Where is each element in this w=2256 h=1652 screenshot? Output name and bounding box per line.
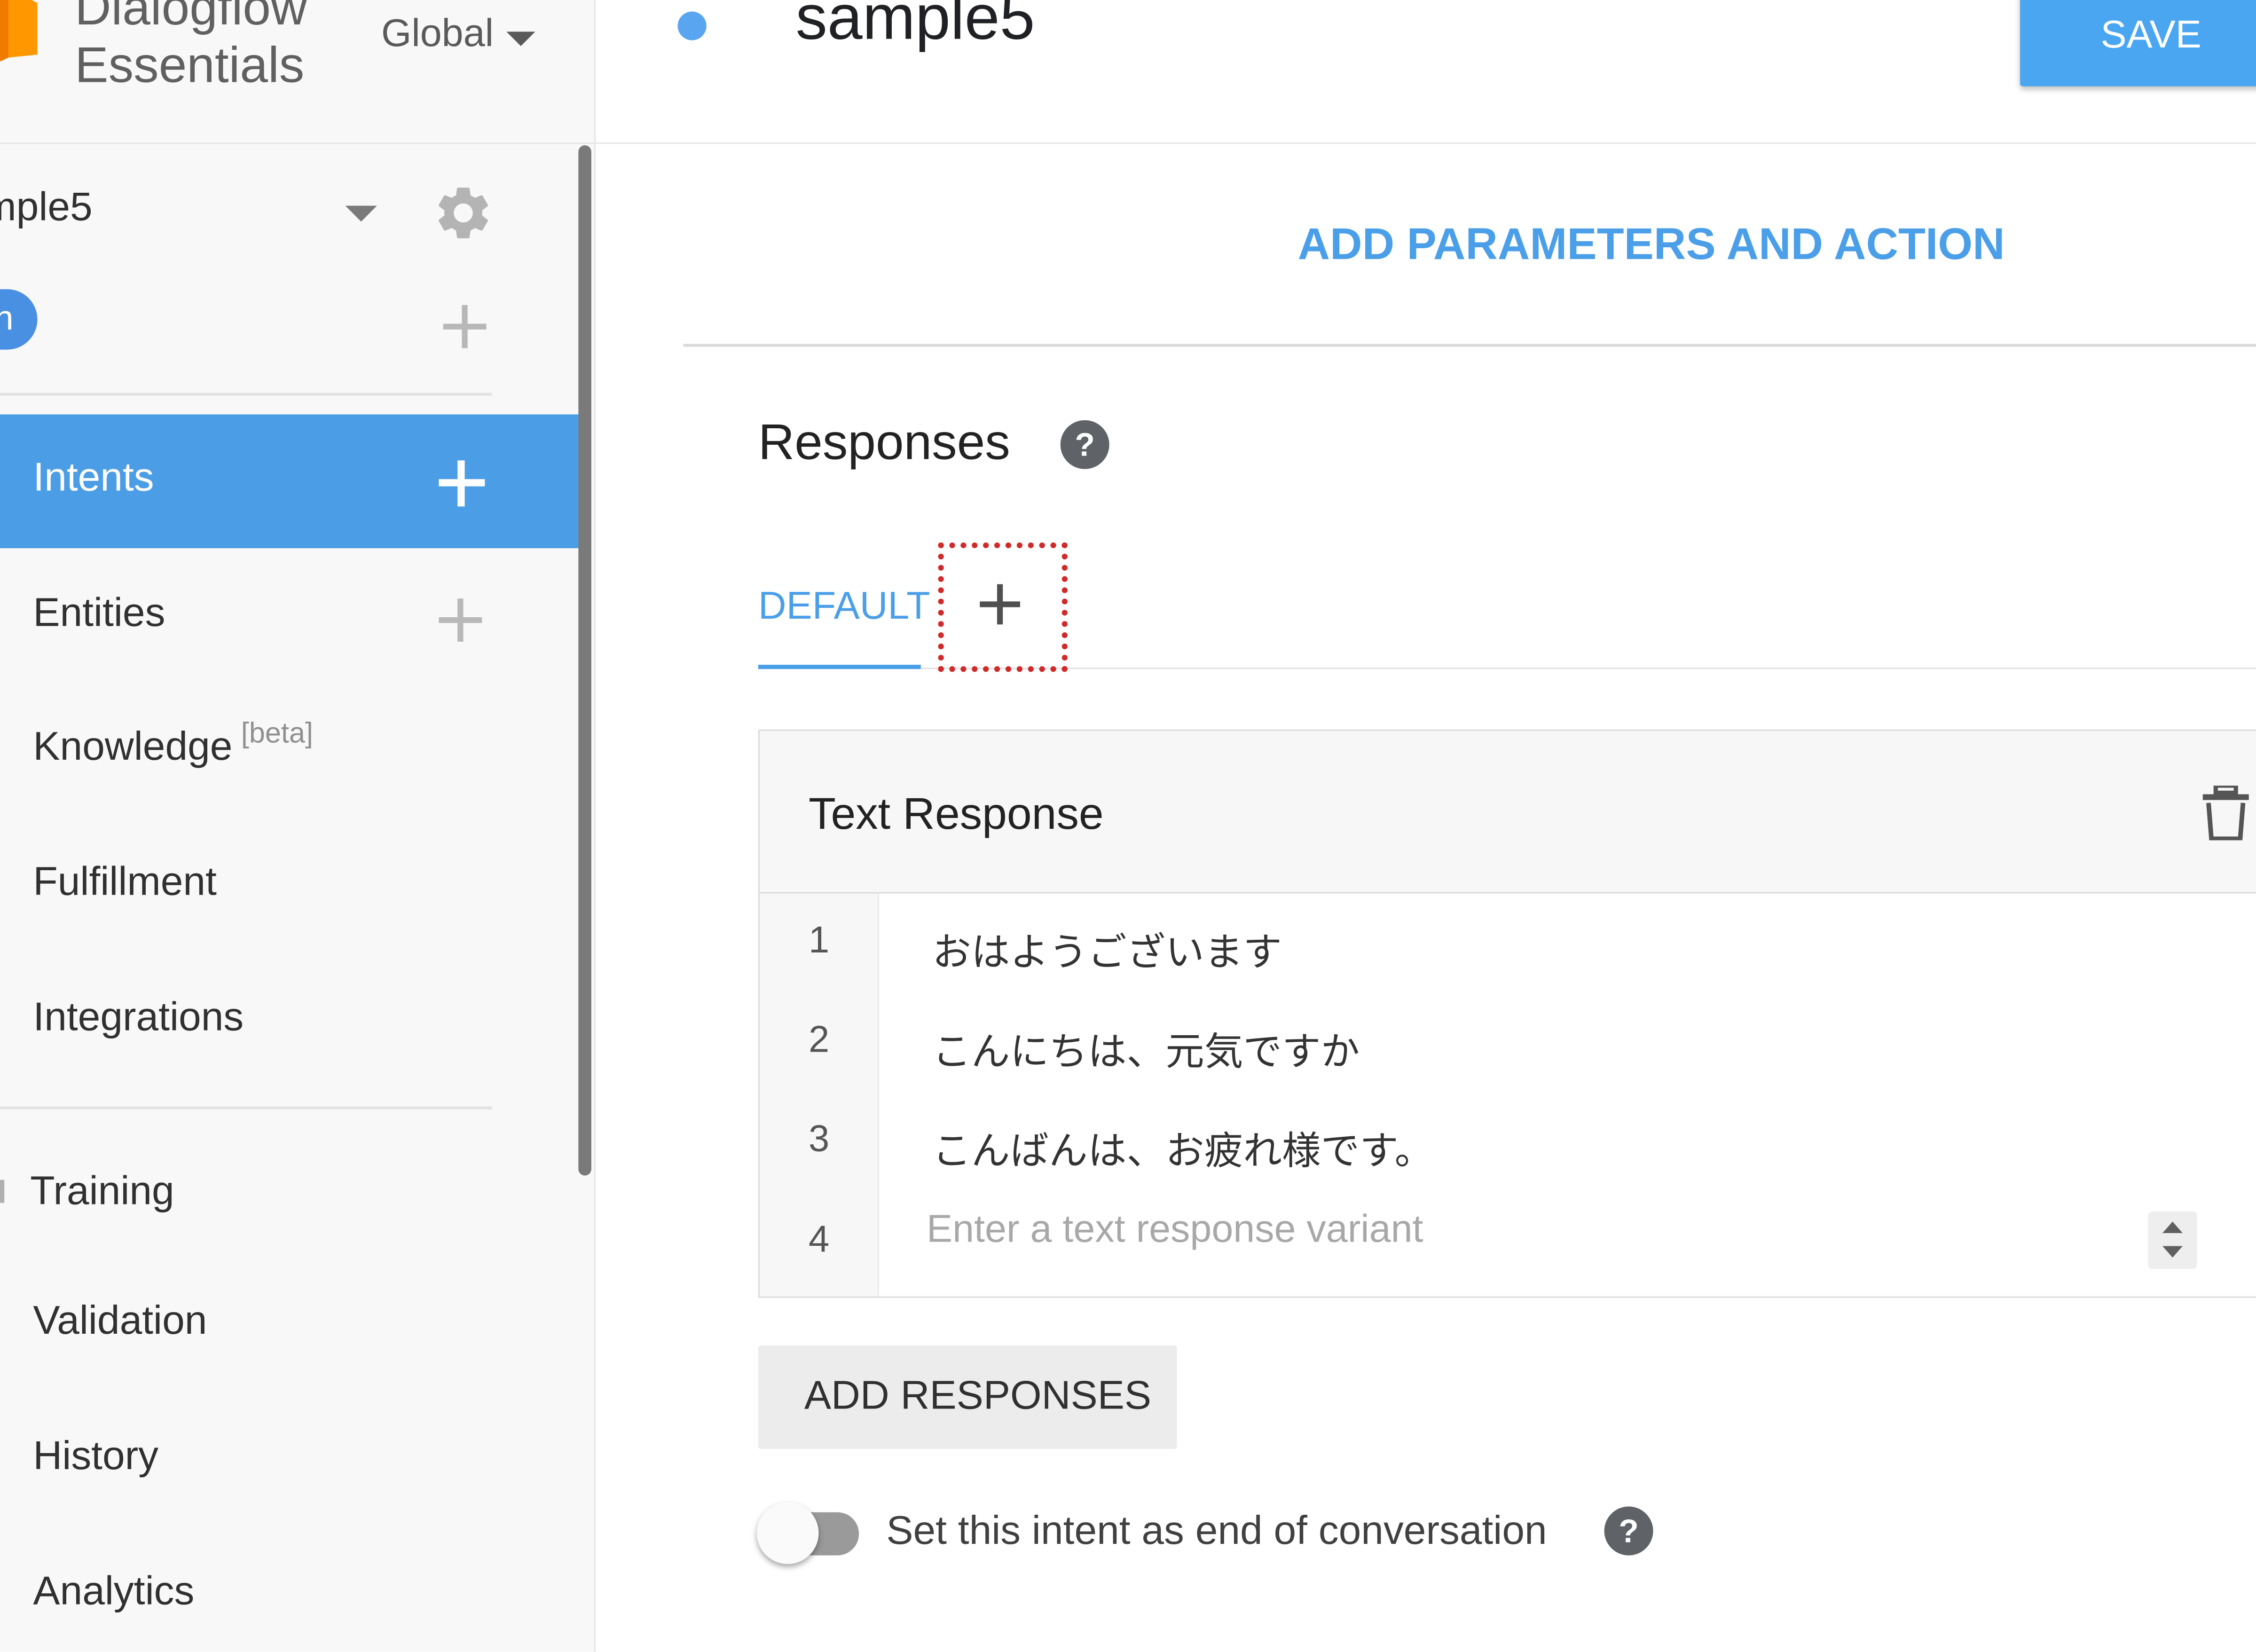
text-response-variant-3[interactable]: こんばんは、お疲れ様です。 (932, 1119, 1433, 1175)
sidebar-item-intents[interactable]: Intents (0, 414, 580, 549)
sidebar-header-divider (0, 142, 595, 144)
svg-text:?: ? (1075, 426, 1095, 463)
sidebar-item-fulfillment[interactable]: Fulfillment (33, 859, 217, 905)
gear-icon[interactable] (432, 181, 495, 245)
row-number-4: 4 (809, 1217, 830, 1261)
training-indicator (0, 1180, 5, 1203)
spinner-down-icon[interactable] (2162, 1246, 2183, 1258)
sidebar-item-entities[interactable]: Entities (33, 590, 165, 636)
responses-help-icon[interactable]: ? (1060, 420, 1109, 469)
brand-name-line1: Dialogflow (75, 0, 307, 36)
sidebar-item-training[interactable]: Training (30, 1168, 174, 1214)
add-responses-button[interactable]: ADD RESPONSES (758, 1345, 1177, 1449)
unsaved-indicator-dot (677, 11, 707, 40)
intent-name-title[interactable]: sample5 (796, 0, 1035, 55)
sidebar: Dialogflow Essentials Global mple5 n Int… (0, 0, 596, 1652)
sidebar-item-training-label: Training (30, 1168, 174, 1213)
input-spinner[interactable] (2148, 1211, 2197, 1269)
sidebar-item-knowledge[interactable]: Knowledge [beta] (33, 718, 313, 770)
sidebar-item-entities-label: Entities (33, 590, 165, 635)
text-response-card: Text Response 1 おはようございます 2 こんにちは、元気ですか … (758, 729, 2256, 1298)
sidebar-item-intents-label: Intents (33, 455, 154, 500)
sidebar-item-validation-label: Validation (33, 1298, 207, 1343)
parameters-section-divider (683, 344, 2256, 347)
add-response-tab-plus-icon[interactable] (980, 584, 1020, 625)
sidebar-item-fulfillment-label: Fulfillment (33, 859, 217, 904)
spinner-up-icon[interactable] (2162, 1221, 2183, 1233)
sidebar-item-history-label: History (33, 1433, 159, 1478)
svg-text:?: ? (1619, 1512, 1638, 1549)
app-window: Dialogflow Essentials Global mple5 n Int… (0, 0, 2256, 1652)
row-number-3: 3 (809, 1117, 830, 1160)
end-conversation-help-icon[interactable]: ? (1604, 1506, 1653, 1556)
region-caret-down-icon[interactable] (506, 31, 535, 46)
beta-badge: [beta] (241, 718, 314, 750)
language-pill[interactable]: n (0, 289, 38, 350)
header-divider (594, 142, 2256, 144)
sidebar-item-analytics-label: Analytics (33, 1568, 195, 1613)
tabs-divider (920, 668, 2256, 669)
add-language-plus-icon[interactable] (443, 305, 487, 348)
text-response-card-header: Text Response (759, 731, 2256, 894)
text-response-title: Text Response (809, 788, 1104, 839)
row-number-2: 2 (809, 1017, 830, 1061)
sidebar-divider-top (0, 393, 492, 396)
add-responses-button-label: ADD RESPONSES (804, 1372, 1152, 1417)
trash-icon[interactable] (2201, 786, 2250, 841)
end-conversation-toggle-knob[interactable] (756, 1502, 819, 1564)
save-button[interactable]: SAVE (2020, 0, 2256, 87)
dialogflow-logo-icon (0, 0, 38, 62)
row-number-1: 1 (809, 918, 830, 961)
text-response-variant-input[interactable] (927, 1200, 2135, 1258)
agent-dropdown-caret-icon[interactable] (345, 205, 377, 222)
add-parameters-and-action-link[interactable]: ADD PARAMETERS AND ACTION (1298, 219, 2005, 270)
tab-default[interactable]: DEFAULT (758, 584, 930, 629)
sidebar-item-history[interactable]: History (33, 1433, 158, 1479)
brand-name-line2: Essentials (75, 37, 305, 94)
sidebar-scrollbar[interactable] (578, 145, 591, 1176)
sidebar-item-integrations[interactable]: Integrations (33, 994, 244, 1040)
text-response-variant-1[interactable]: おはようございます (932, 921, 1282, 977)
responses-section-title: Responses (758, 414, 1010, 471)
sidebar-item-integrations-label: Integrations (33, 994, 244, 1039)
region-selector[interactable]: Global (381, 11, 494, 56)
agent-name[interactable]: mple5 (0, 184, 93, 230)
language-pill-label: n (0, 289, 14, 350)
sidebar-divider-bottom (0, 1106, 492, 1109)
add-entity-plus-icon[interactable] (439, 598, 482, 642)
add-intent-plus-icon[interactable] (439, 460, 485, 507)
text-response-variant-2[interactable]: こんにちは、元気ですか (932, 1020, 1360, 1076)
save-button-label: SAVE (2100, 13, 2201, 56)
end-conversation-label: Set this intent as end of conversation (886, 1508, 1547, 1553)
sidebar-item-analytics[interactable]: Analytics (33, 1568, 194, 1614)
sidebar-item-validation[interactable]: Validation (33, 1298, 207, 1344)
sidebar-item-knowledge-label: Knowledge (33, 724, 233, 769)
active-tab-underline (758, 664, 921, 669)
